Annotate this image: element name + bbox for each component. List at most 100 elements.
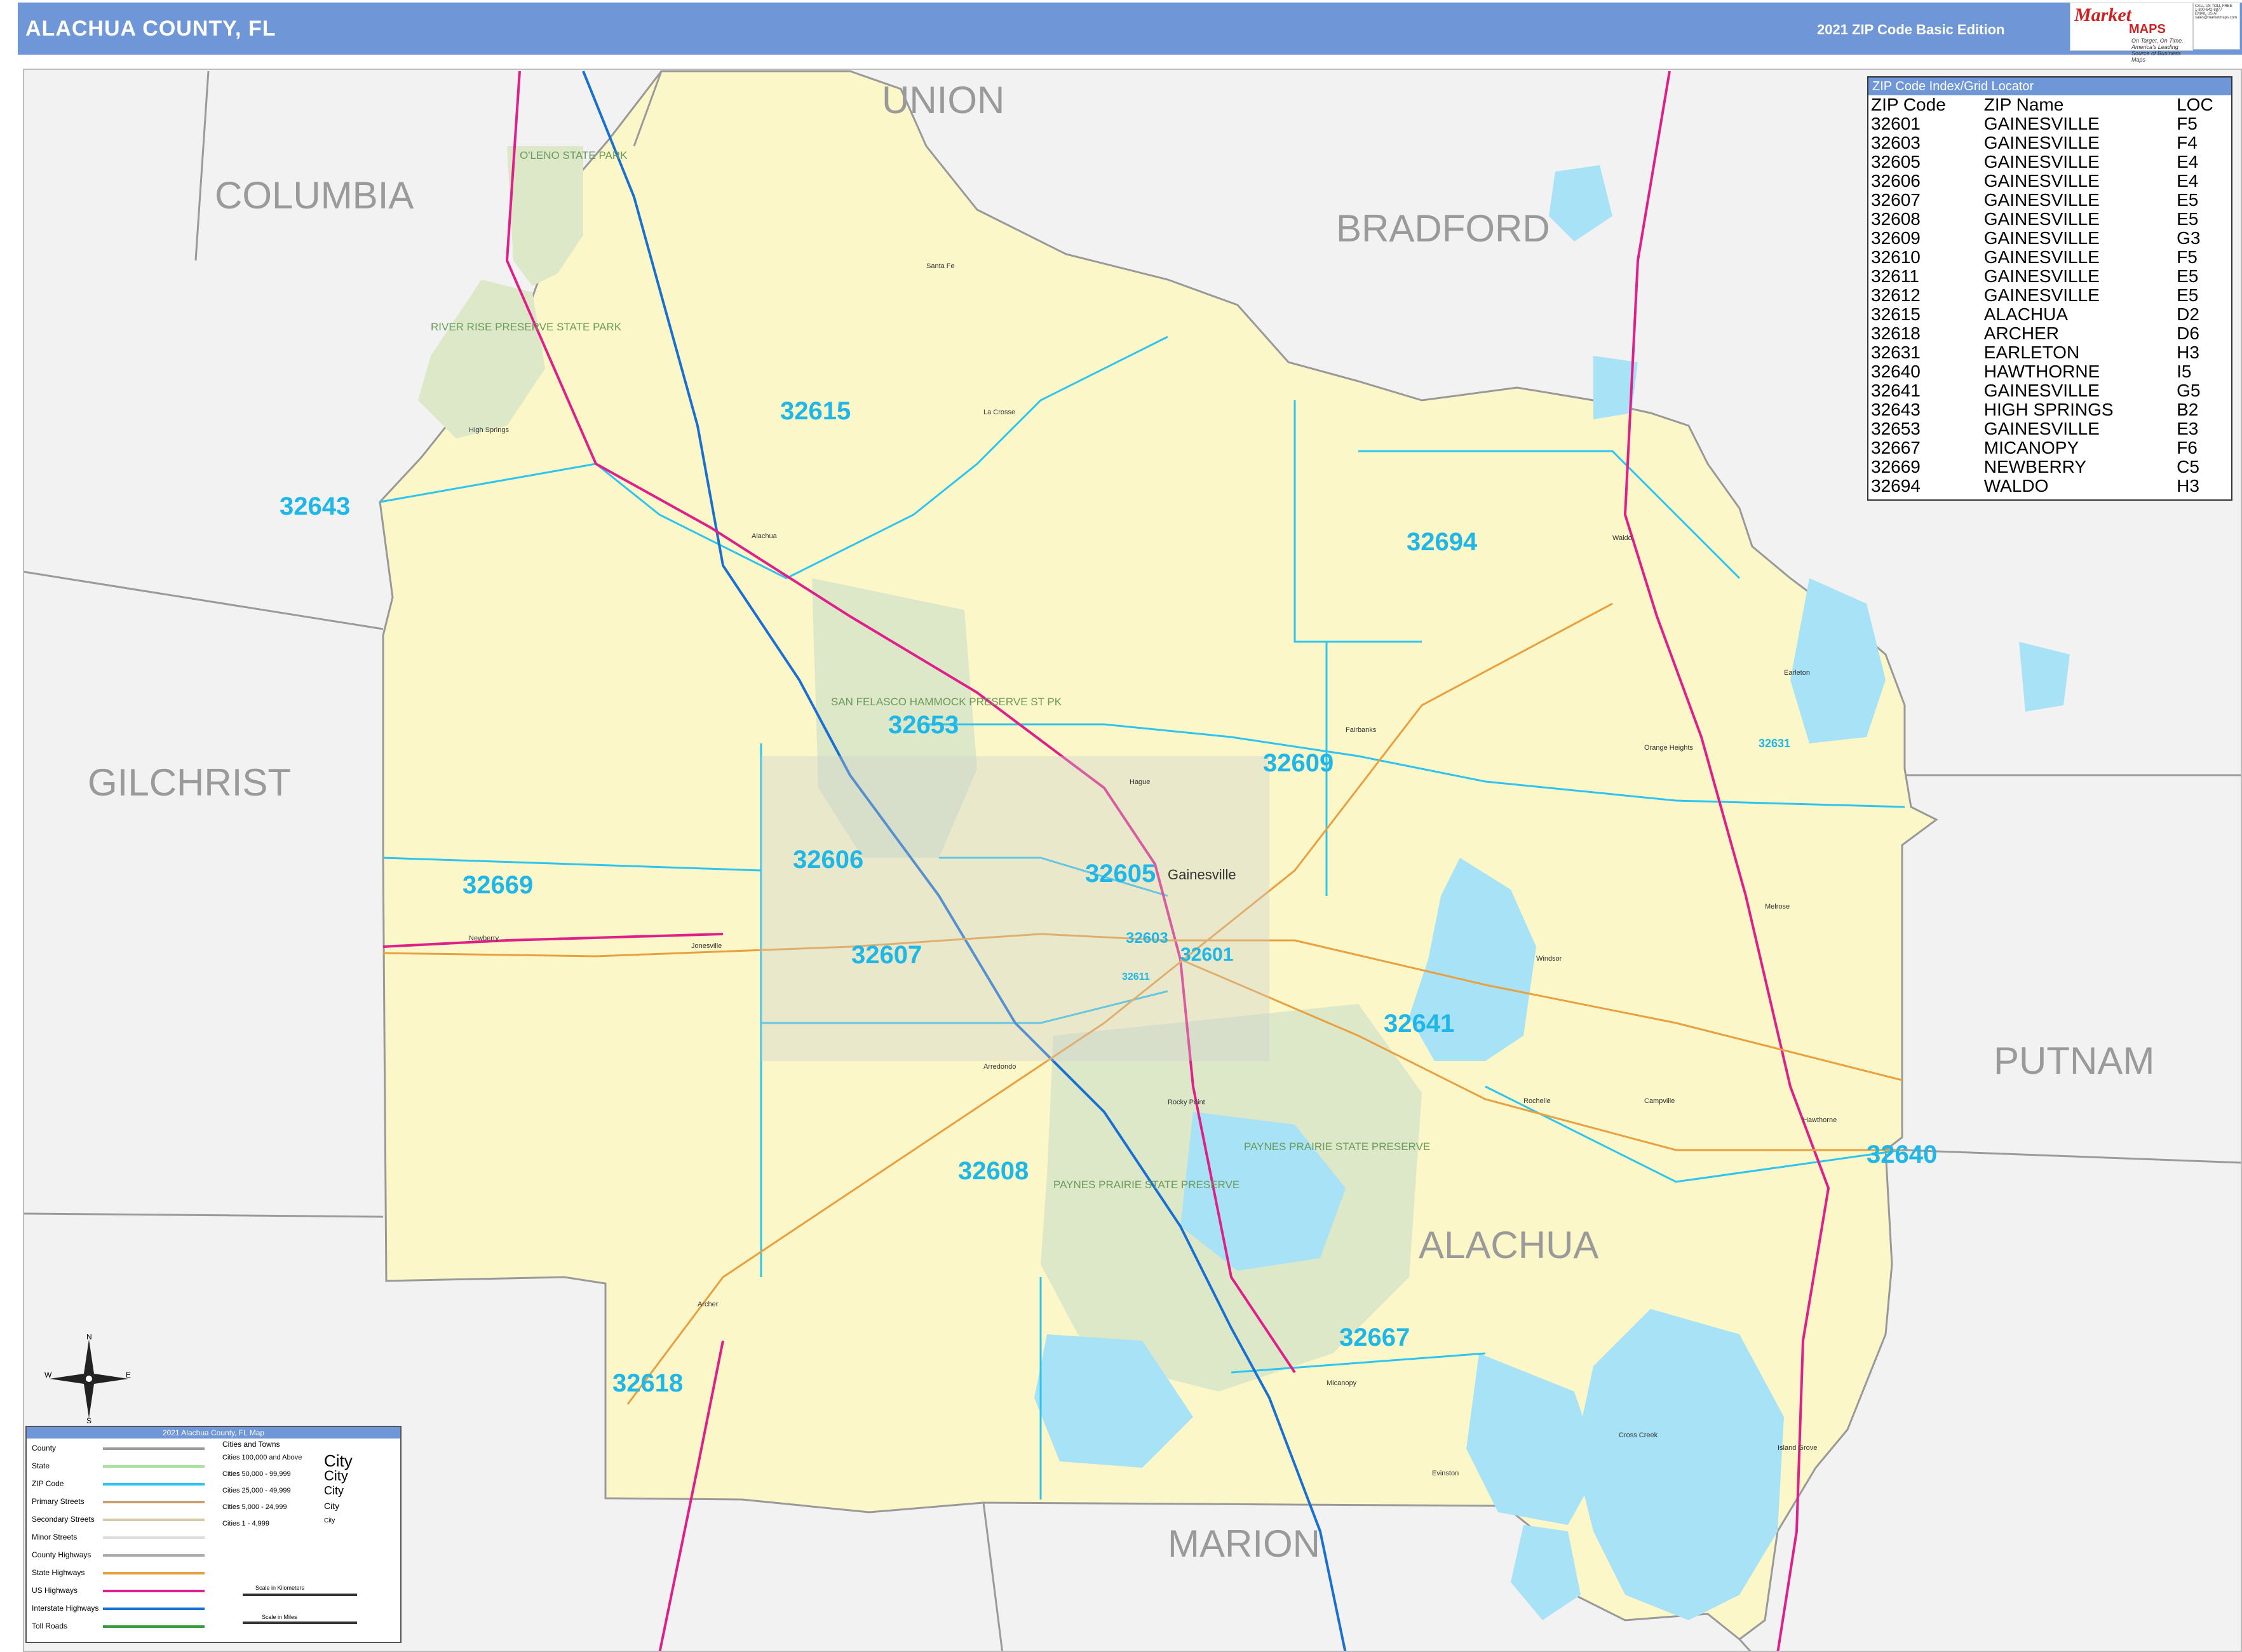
county-label-union: UNION [882,79,1004,121]
city-label-arredondo[interactable]: Arredondo [983,1063,1016,1071]
zip-index-row[interactable]: 32608 GAINESVILLE E5 [1868,210,2231,229]
zip-index-row[interactable]: 32605 GAINESVILLE E4 [1868,152,2231,172]
zip-index-col-name: ZIP Name [1983,95,2064,114]
logo-tagline: On Target, On Time. America's Leading So… [2131,37,2184,63]
city-label-waldo[interactable]: Waldo [1612,534,1632,542]
logo-maps: MAPS [2129,22,2166,36]
city-label-gainesville[interactable]: Gainesville [1168,867,1236,883]
legend-item-swatch [103,1554,205,1557]
zip-index-loc: F5 [2177,247,2198,267]
map-title: ALACHUA COUNTY, FL [25,17,276,41]
park-label-river-rise: RIVER RISE PRESERVE STATE PARK [431,321,622,333]
zip-index-zip: 32653 [1871,419,1921,438]
city-label-high-springs[interactable]: High Springs [469,426,509,434]
zip-index-zip: 32667 [1871,438,1921,457]
zip-index-row[interactable]: 32615 ALACHUA D2 [1868,305,2231,324]
city-label-newberry[interactable]: Newberry [469,935,499,942]
zip-index-row[interactable]: 32603 GAINESVILLE F4 [1868,133,2231,152]
city-label-melrose[interactable]: Melrose [1765,903,1790,911]
city-label-cross-creek[interactable]: Cross Creek [1619,1432,1658,1439]
zip-index-name: ALACHUA [1983,304,2069,324]
zip-index-name: GAINESVILLE [1983,266,2100,286]
zip-index-zip: 32609 [1871,228,1921,248]
map-legend: 2021 Alachua County, FL Map County State Z… [25,1426,402,1643]
county-label-columbia: COLUMBIA [215,174,414,217]
zip-index-row[interactable]: 32694 WALDO H3 [1868,477,2231,496]
zip-index-row[interactable]: 32612 GAINESVILLE E5 [1868,286,2231,305]
compass-e: E [126,1371,131,1379]
zip-label-32618: 32618 [612,1369,683,1397]
zip-index: ZIP Code Index/Grid Locator ZIP Code ZIP… [1867,76,2232,501]
zip-label-32667: 32667 [1339,1324,1410,1351]
zip-index-row[interactable]: 32653 GAINESVILLE E3 [1868,419,2231,438]
zip-index-name: GAINESVILLE [1983,114,2100,133]
city-label-evinston[interactable]: Evinston [1432,1470,1459,1477]
zip-index-row[interactable]: 32607 GAINESVILLE E5 [1868,191,2231,210]
city-label-la-crosse[interactable]: La Crosse [983,409,1015,416]
city-label-island-grove[interactable]: Island Grove [1778,1444,1817,1452]
city-label-rochelle[interactable]: Rochelle [1523,1097,1551,1105]
contact-line4: sales@marketmaps.com [2195,16,2238,20]
zip-index-loc: D2 [2177,304,2199,324]
zip-index-row[interactable]: 32667 MICANOPY F6 [1868,438,2231,457]
zip-index-zip: 32605 [1871,152,1921,172]
zip-index-loc: E3 [2177,419,2199,438]
city-label-earleton[interactable]: Earleton [1784,669,1810,677]
city-label-orange-heights[interactable]: Orange Heights [1644,744,1694,752]
zip-label-32601: 32601 [1180,944,1233,965]
county-label-marion: MARION [1168,1522,1320,1565]
city-label-santa-fe[interactable]: Santa Fe [926,262,955,270]
zip-index-name: GAINESVILLE [1983,152,2100,172]
zip-index-loc: G5 [2177,381,2201,400]
city-label-alachua[interactable]: Alachua [752,532,778,540]
zip-label-32615: 32615 [780,397,851,425]
legend-city-row-sample: City [324,1468,348,1484]
zip-index-row[interactable]: 32601 GAINESVILLE F5 [1868,114,2231,133]
zip-index-zip: 32603 [1871,133,1921,152]
legend-city-row-sample: City [324,1484,344,1497]
zip-index-row[interactable]: 32640 HAWTHORNE I5 [1868,362,2231,381]
county-label-gilchrist: GILCHRIST [88,761,291,804]
legend-item-swatch [103,1625,205,1628]
city-label-hague[interactable]: Hague [1130,778,1150,786]
zip-index-name: GAINESVILLE [1983,190,2100,210]
city-label-rocky-point[interactable]: Rocky Point [1168,1099,1205,1106]
zip-index-row[interactable]: 32611 GAINESVILLE E5 [1868,267,2231,286]
park-label-san-felasco: SAN FELASCO HAMMOCK PRESERVE ST PK [831,696,1062,708]
city-label-fairbanks[interactable]: Fairbanks [1346,726,1377,734]
zip-index-row[interactable]: 32641 GAINESVILLE G5 [1868,381,2231,400]
legend-item-label: State [32,1461,50,1470]
zip-index-zip: 32601 [1871,114,1921,133]
zip-label-32608: 32608 [958,1157,1029,1185]
legend-item-label: Toll Roads [32,1622,68,1630]
city-label-archer[interactable]: Archer [698,1301,719,1308]
city-label-jonesville[interactable]: Jonesville [691,942,722,950]
city-label-campville[interactable]: Campville [1644,1097,1675,1105]
city-label-windsor[interactable]: Windsor [1536,955,1562,963]
map-edition: 2021 ZIP Code Basic Edition [1817,22,2005,37]
park-label-oleno: O'LENO STATE PARK [520,149,628,161]
legend-item-swatch [103,1519,205,1521]
zip-index-row[interactable]: 32669 NEWBERRY C5 [1868,457,2231,477]
market-maps-logo[interactable]: Market MAPS On Target, On Time. America'… [2070,3,2193,63]
zip-label-32640: 32640 [1867,1141,1937,1168]
zip-index-title: ZIP Code Index/Grid Locator [1868,78,2231,95]
city-label-hawthorne[interactable]: Hawthorne [1803,1116,1837,1124]
zip-index-zip: 32640 [1871,362,1921,381]
zip-index-row[interactable]: 32618 ARCHER D6 [1868,324,2231,343]
zip-index-loc: G3 [2177,228,2201,248]
zip-index-name: GAINESVILLE [1983,247,2100,267]
zip-index-loc: F5 [2177,114,2198,133]
zip-index-row[interactable]: 32606 GAINESVILLE E4 [1868,172,2231,191]
zip-index-loc: E5 [2177,285,2199,305]
legend-item-swatch [103,1483,205,1486]
zip-index-row[interactable]: 32631 EARLETON H3 [1868,343,2231,362]
zip-index-row[interactable]: 32610 GAINESVILLE F5 [1868,248,2231,267]
zip-index-loc: F6 [2177,438,2198,457]
compass-rose-icon: N S E W [44,1334,131,1423]
zip-index-row[interactable]: 32609 GAINESVILLE G3 [1868,229,2231,248]
legend-title: 2021 Alachua County, FL Map [27,1427,400,1439]
city-label-micanopy[interactable]: Micanopy [1327,1379,1357,1387]
zip-index-row[interactable]: 32643 HIGH SPRINGS B2 [1868,400,2231,419]
gainesville-urban-area [761,756,1269,1061]
